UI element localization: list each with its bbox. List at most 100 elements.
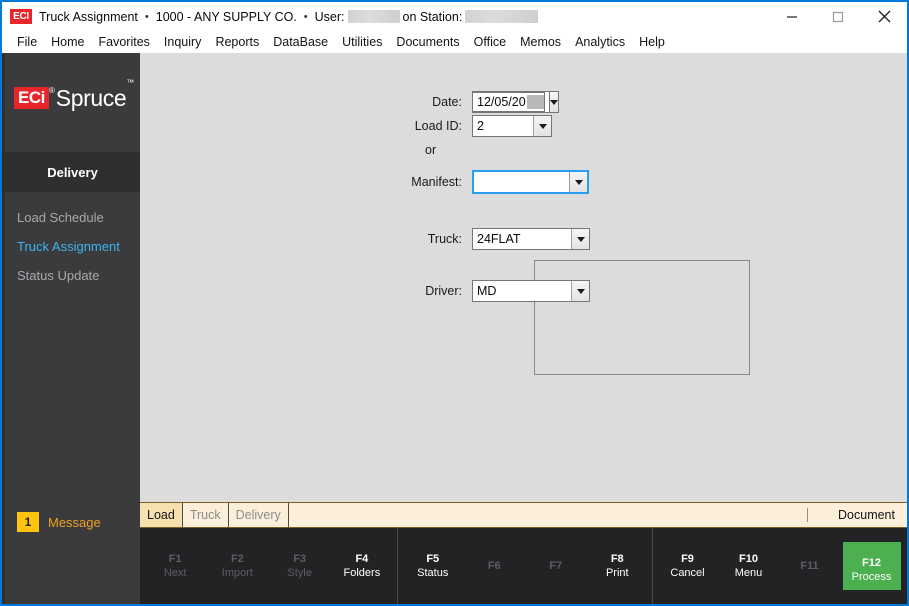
message-label: Message bbox=[48, 514, 101, 530]
application-window: ECI Truck Assignment • 1000 - ANY SUPPLY… bbox=[0, 0, 909, 606]
manifest-input[interactable] bbox=[472, 170, 589, 194]
menu-item-file[interactable]: File bbox=[10, 34, 44, 50]
truck-label: Truck: bbox=[427, 232, 462, 246]
date-label: Date: bbox=[432, 95, 462, 109]
load-id-value: 2 bbox=[477, 119, 484, 133]
message-indicator[interactable]: 1 Message bbox=[17, 512, 101, 532]
title-separator-1: • bbox=[144, 10, 149, 23]
f12-name: Process bbox=[851, 571, 892, 583]
sidebar-item-status-update[interactable]: Status Update bbox=[2, 261, 140, 290]
load-id-label: Load ID: bbox=[414, 119, 462, 133]
f8-key: F8 bbox=[610, 553, 624, 565]
f5-name: Status bbox=[417, 567, 449, 579]
function-key-f3[interactable]: F3 Style bbox=[272, 552, 328, 580]
f5-key: F5 bbox=[426, 553, 440, 565]
close-icon[interactable] bbox=[861, 2, 907, 31]
function-group-3: F9 Cancel F10 Menu F11 F12 Process bbox=[653, 528, 907, 604]
tab-delivery[interactable]: Delivery bbox=[229, 503, 289, 527]
user-value-redacted bbox=[347, 10, 400, 23]
menu-item-database[interactable]: DataBase bbox=[266, 34, 335, 50]
menu-item-memos[interactable]: Memos bbox=[513, 34, 568, 50]
driver-row: Driver: MD bbox=[402, 280, 590, 302]
menu-item-utilities[interactable]: Utilities bbox=[335, 34, 389, 50]
driver-label: Driver: bbox=[425, 284, 462, 298]
driver-dropdown-icon[interactable] bbox=[571, 281, 589, 301]
window-title: Truck Assignment • 1000 - ANY SUPPLY CO.… bbox=[39, 10, 541, 24]
menu-item-help[interactable]: Help bbox=[632, 34, 672, 50]
load-id-input[interactable]: 2 bbox=[472, 115, 552, 137]
function-key-f4[interactable]: F4 Folders bbox=[334, 552, 390, 580]
function-key-f2[interactable]: F2 Import bbox=[209, 552, 265, 580]
date-dropdown-icon[interactable] bbox=[548, 91, 559, 113]
date-year-redacted bbox=[526, 95, 544, 109]
manifest-label: Manifest: bbox=[411, 175, 462, 189]
title-bar: ECI Truck Assignment • 1000 - ANY SUPPLY… bbox=[2, 2, 907, 31]
function-key-f10[interactable]: F10 Menu bbox=[721, 552, 777, 580]
truck-value: 24FLAT bbox=[477, 232, 521, 246]
minimize-icon[interactable] bbox=[769, 2, 815, 31]
app-logo-icon: ECI bbox=[10, 9, 32, 24]
date-row: Date: 12/05/20 bbox=[402, 91, 559, 113]
driver-input[interactable]: MD bbox=[472, 280, 590, 302]
f10-name: Menu bbox=[734, 567, 763, 579]
function-key-f12-process[interactable]: F12 Process bbox=[842, 542, 901, 590]
user-label: User: bbox=[314, 9, 345, 24]
title-separator-2: • bbox=[303, 10, 308, 23]
load-id-row: Load ID: 2 bbox=[402, 115, 552, 137]
menu-item-home[interactable]: Home bbox=[44, 34, 91, 50]
menu-item-inquiry[interactable]: Inquiry bbox=[157, 34, 209, 50]
f1-name: Next bbox=[163, 567, 187, 579]
document-divider bbox=[807, 508, 809, 522]
menu-bar: File Home Favorites Inquiry Reports Data… bbox=[2, 31, 907, 53]
date-input[interactable]: 12/05/20 bbox=[472, 91, 559, 113]
f2-key: F2 bbox=[230, 553, 244, 565]
f11-key: F11 bbox=[800, 560, 819, 572]
tab-strip: Load Truck Delivery Document bbox=[140, 502, 907, 528]
function-key-f7[interactable]: F7 bbox=[528, 559, 584, 573]
function-key-bar: F1 Next F2 Import F3 Style F4 Folders F5… bbox=[140, 528, 907, 604]
menu-item-office[interactable]: Office bbox=[467, 34, 513, 50]
function-key-f8[interactable]: F8 Print bbox=[589, 552, 645, 580]
function-group-2: F5 Status F6 F7 F8 Print bbox=[398, 528, 653, 604]
f10-key: F10 bbox=[739, 553, 758, 565]
station-value-redacted bbox=[465, 10, 539, 23]
menu-item-favorites[interactable]: Favorites bbox=[92, 34, 157, 50]
truck-row: Truck: 24FLAT bbox=[402, 228, 590, 250]
menu-item-documents[interactable]: Documents bbox=[389, 34, 466, 50]
manifest-dropdown-icon[interactable] bbox=[569, 172, 587, 192]
f8-name: Print bbox=[605, 567, 629, 579]
sidebar-item-load-schedule[interactable]: Load Schedule bbox=[2, 203, 140, 232]
f9-name: Cancel bbox=[670, 567, 705, 579]
truck-input[interactable]: 24FLAT bbox=[472, 228, 590, 250]
menu-item-reports[interactable]: Reports bbox=[208, 34, 266, 50]
sidebar: ECi ® Spruce ™ Delivery Load Schedule Tr… bbox=[2, 53, 140, 604]
window-title-text: Truck Assignment bbox=[39, 9, 138, 24]
function-key-f6[interactable]: F6 bbox=[466, 559, 522, 573]
spruce-wordmark: Spruce bbox=[55, 85, 127, 111]
eci-logo-icon: ECi bbox=[14, 87, 49, 109]
load-id-dropdown-icon[interactable] bbox=[533, 116, 551, 136]
spruce-logo: ECi ® Spruce ™ bbox=[14, 78, 134, 111]
function-key-f9[interactable]: F9 Cancel bbox=[660, 552, 716, 580]
function-key-f11[interactable]: F11 bbox=[782, 559, 838, 573]
sidebar-edge bbox=[2, 53, 5, 604]
sidebar-nav: Load Schedule Truck Assignment Status Up… bbox=[2, 203, 140, 290]
f4-name: Folders bbox=[343, 567, 381, 579]
tab-load[interactable]: Load bbox=[140, 503, 183, 527]
station-label: on Station: bbox=[402, 9, 463, 24]
window-controls bbox=[769, 2, 907, 31]
sidebar-item-truck-assignment[interactable]: Truck Assignment bbox=[2, 232, 140, 261]
menu-item-analytics[interactable]: Analytics bbox=[568, 34, 632, 50]
tab-truck[interactable]: Truck bbox=[183, 503, 229, 527]
function-key-f5[interactable]: F5 Status bbox=[405, 552, 461, 580]
maximize-icon[interactable] bbox=[815, 2, 861, 31]
document-button[interactable]: Document bbox=[838, 508, 907, 522]
function-group-1: F1 Next F2 Import F3 Style F4 Folders bbox=[140, 528, 398, 604]
f7-key: F7 bbox=[549, 560, 563, 572]
message-count-badge: 1 bbox=[17, 512, 39, 532]
function-key-f1[interactable]: F1 Next bbox=[147, 552, 203, 580]
f4-key: F4 bbox=[355, 553, 369, 565]
sidebar-section-title: Delivery bbox=[47, 164, 98, 180]
sidebar-section-header: Delivery bbox=[5, 152, 140, 192]
truck-dropdown-icon[interactable] bbox=[571, 229, 589, 249]
